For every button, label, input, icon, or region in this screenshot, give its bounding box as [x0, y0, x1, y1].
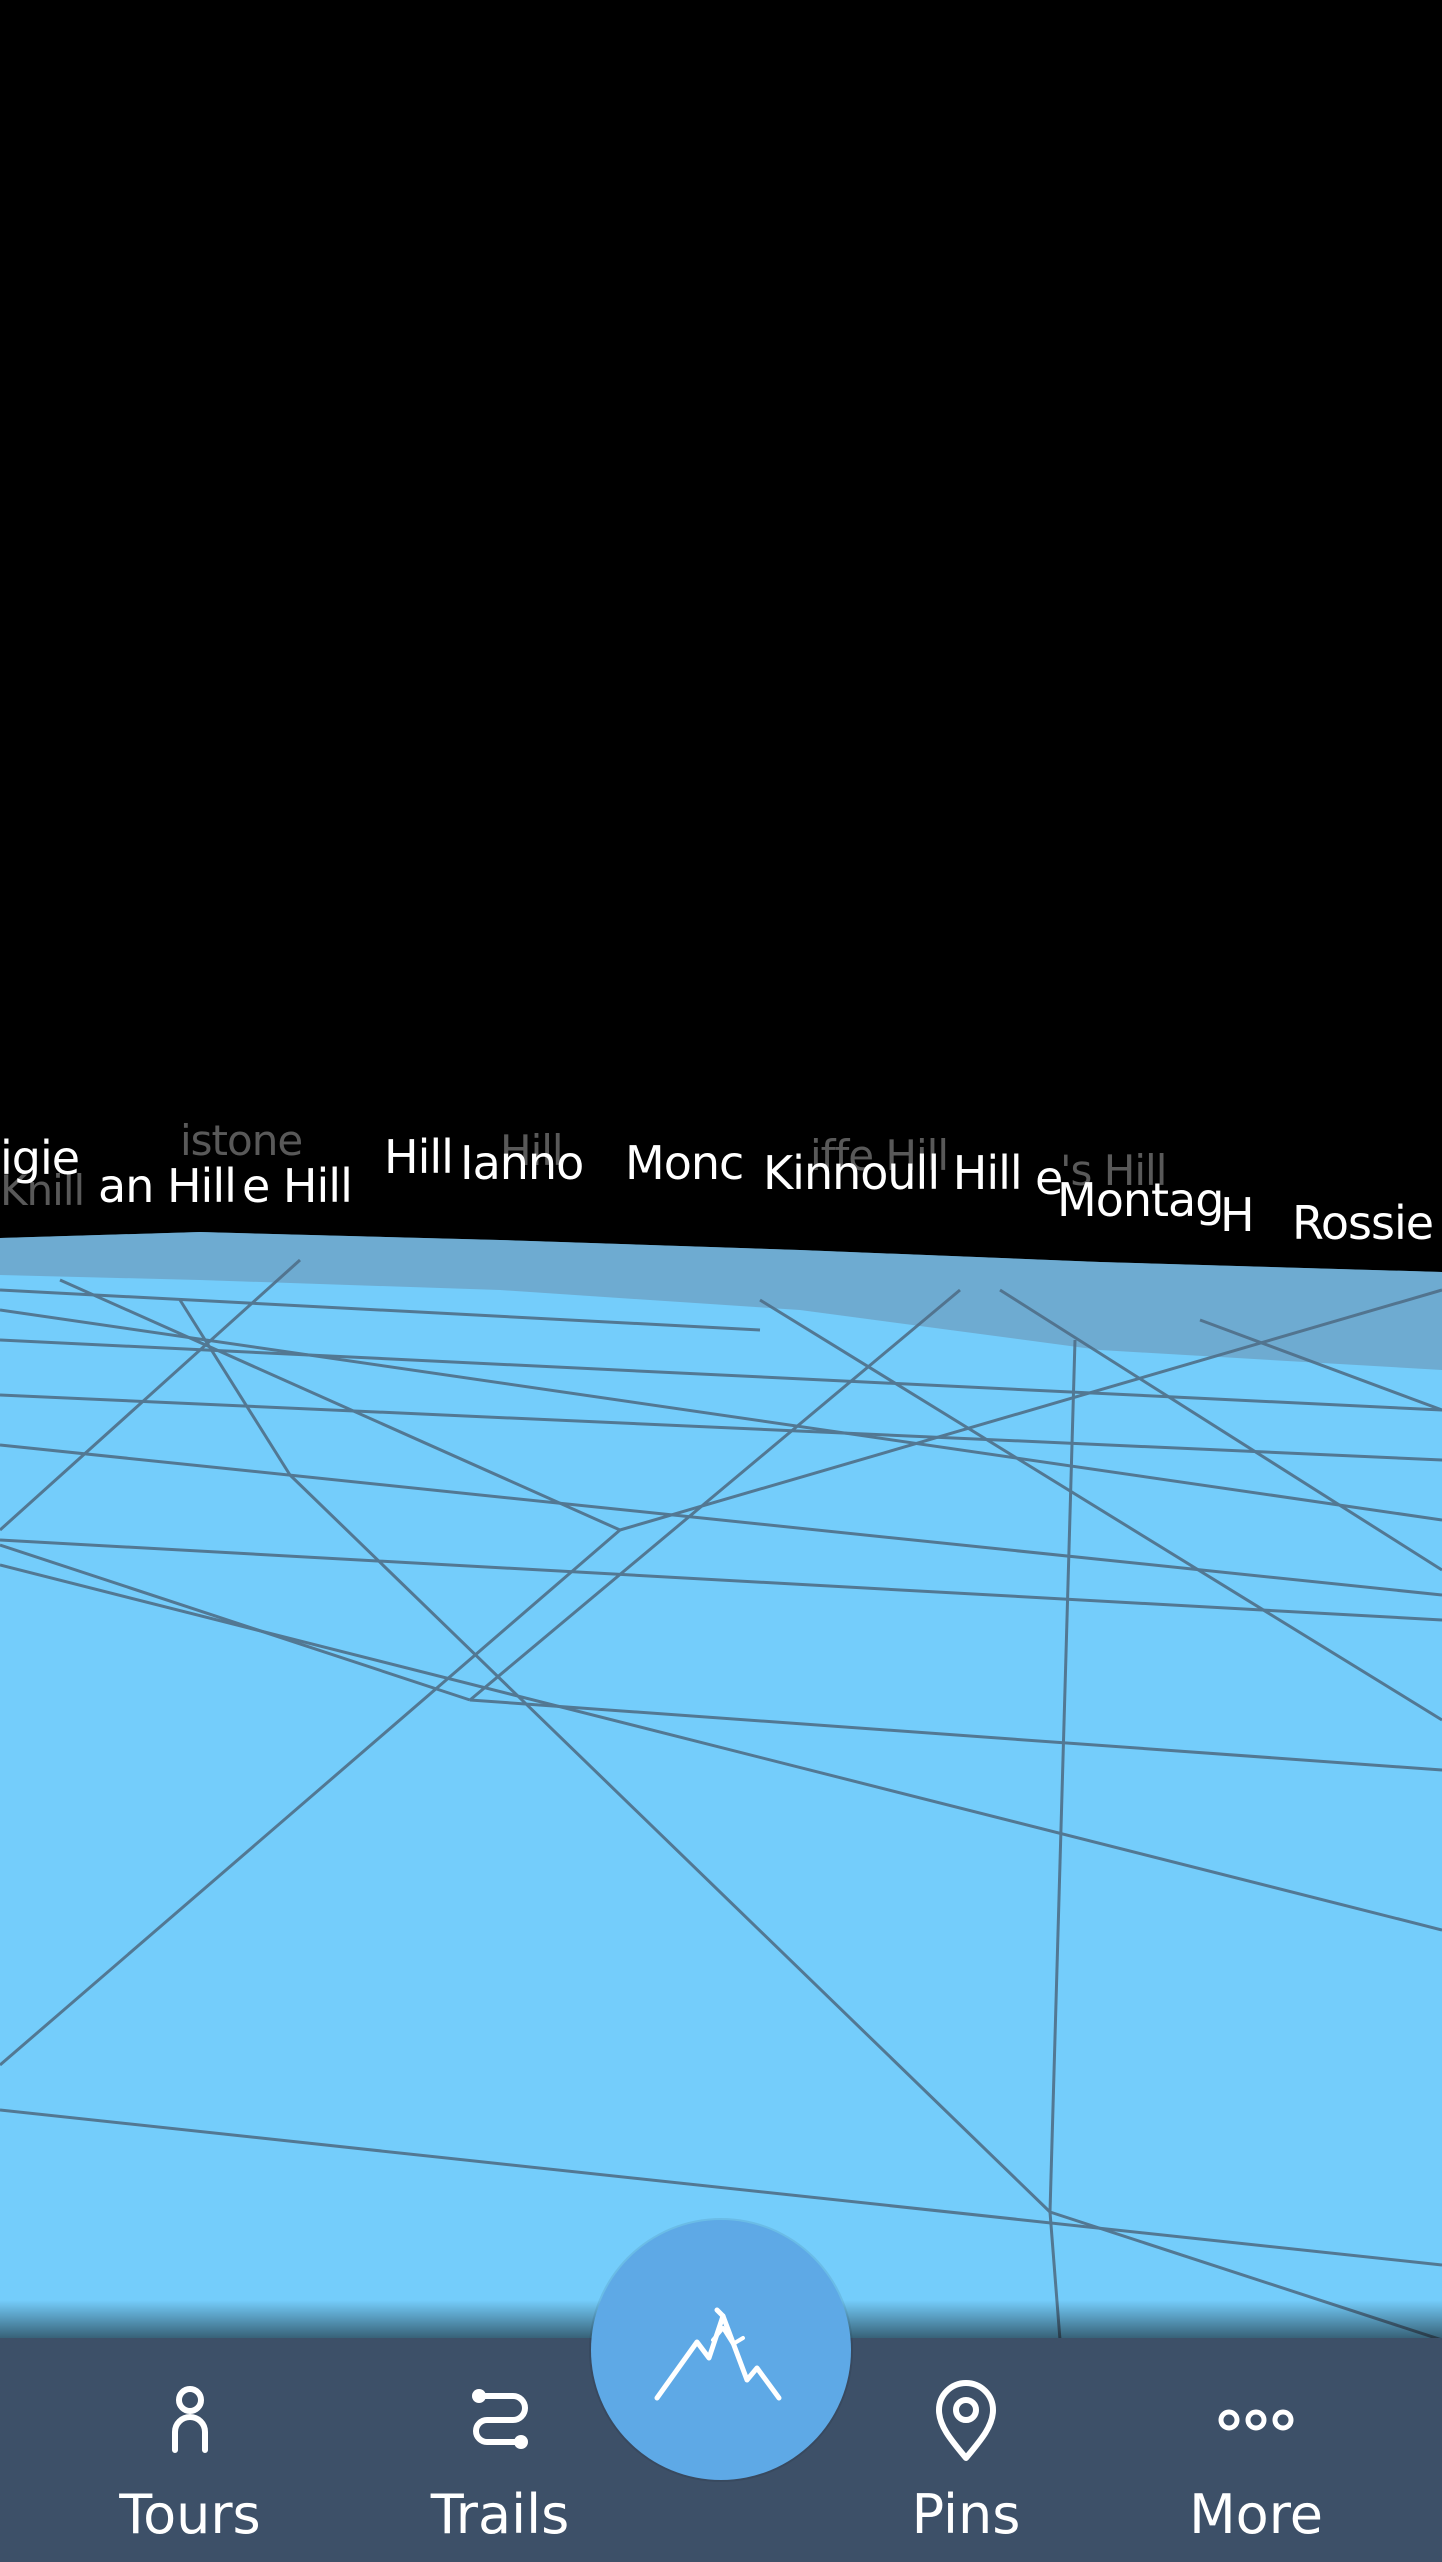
nav-label-pins: Pins [911, 2483, 1021, 2546]
peak-label[interactable]: Hill [384, 1134, 454, 1180]
person-icon [172, 2386, 208, 2453]
nav-item-pins[interactable]: Pins [846, 2338, 1086, 2562]
mountain-icon [654, 2307, 782, 2401]
nav-item-trails[interactable]: Trails [380, 2338, 620, 2562]
nav-label-trails: Trails [430, 2483, 570, 2546]
nav-item-tours[interactable]: Tours [70, 2338, 310, 2562]
peak-label[interactable]: Ianno [460, 1140, 584, 1186]
peak-label[interactable]: Kinnoull Hill [763, 1150, 1023, 1196]
route-icon [472, 2389, 528, 2449]
nav-label-more: More [1189, 2483, 1323, 2546]
peak-label[interactable]: Montag [1057, 1177, 1224, 1223]
mountain-view-button[interactable] [591, 2220, 851, 2480]
peak-label[interactable]: istone [180, 1120, 303, 1162]
peak-label[interactable]: igie [0, 1135, 80, 1181]
map-pin-icon [936, 2380, 996, 2461]
peak-label[interactable]: Rossie [1292, 1200, 1434, 1246]
peak-label[interactable]: Monc [625, 1140, 744, 1186]
nav-item-more[interactable]: More [1136, 2338, 1376, 2562]
more-dots-icon [1218, 2409, 1294, 2431]
peak-label[interactable]: H [1220, 1192, 1255, 1238]
peak-label[interactable]: e Hill [242, 1163, 353, 1209]
map-3d-viewport[interactable]: istone Knill Hill iffe Hill 's Hill igie… [0, 0, 1442, 2340]
nav-label-tours: Tours [119, 2483, 261, 2546]
peak-label[interactable]: an Hill [98, 1163, 237, 1209]
